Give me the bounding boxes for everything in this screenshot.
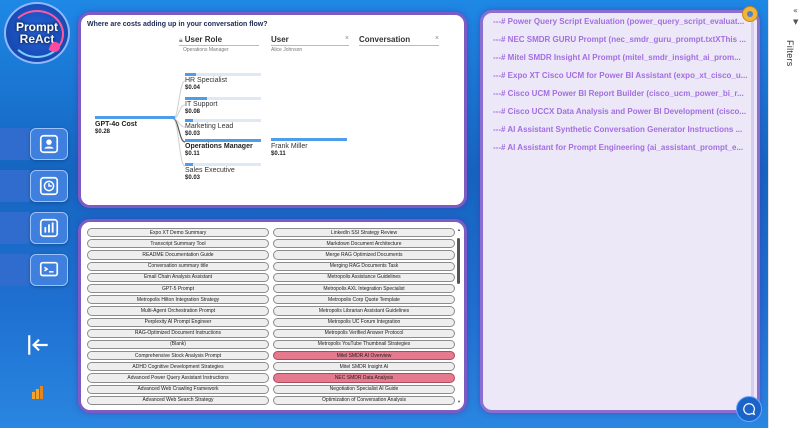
settings-badge-icon[interactable] [742, 6, 758, 22]
collapse-icon[interactable]: « [793, 6, 798, 15]
nav-strip [0, 170, 30, 202]
report-canvas: Prompt ReAct Where are costs adding up i… [0, 0, 768, 428]
prompt-files-scrollbar[interactable] [751, 17, 754, 407]
prompt-file-line[interactable]: ---# Expo XT Cisco UCM for Power BI Assi… [493, 71, 755, 80]
power-bi-icon [32, 386, 43, 399]
slicer-item[interactable]: Advanced Web Search Strategy [87, 395, 269, 405]
role-node-label[interactable]: Sales Executive [185, 167, 235, 174]
role-node-bar [185, 119, 193, 122]
nav-strip [0, 128, 30, 160]
app-logo: Prompt ReAct [4, 2, 70, 64]
prompt-nav-button[interactable] [30, 254, 68, 286]
terminal-icon [39, 261, 59, 277]
slicer-item[interactable]: Negotiation Specialist AI Guide [273, 384, 455, 394]
slicer-item[interactable]: Metropolis YouTube Thumbnail Strategies [273, 339, 455, 350]
prompt-slicer-panel: Expo XT Demo Summary LinkedIn SSI Strateg… [78, 219, 467, 413]
slicer-item[interactable]: LinkedIn SSI Strategy Review [273, 228, 455, 238]
role-node-track [185, 163, 261, 166]
nav-strip [0, 254, 30, 286]
prompt-slicer-grid: Expo XT Demo Summary LinkedIn SSI Strateg… [87, 228, 455, 405]
prompt-file-line[interactable]: ---# AI Assistant Synthetic Conversation… [493, 125, 755, 134]
role-node-value: $0.04 [185, 85, 201, 91]
slicer-item[interactable]: README Documentation Guide [87, 250, 269, 260]
root-bar [95, 116, 175, 119]
user-icon [39, 134, 59, 154]
slicer-item[interactable]: ADHD Cognitive Development Strategies [87, 362, 269, 372]
slicer-item[interactable]: Optimization of Conversation Analysis [273, 395, 455, 405]
slicer-item[interactable]: Merging RAG Documents Task [273, 261, 455, 271]
slicer-item[interactable]: Email Chain Analysis Assistant [87, 272, 269, 282]
exit-icon[interactable] [26, 332, 52, 358]
slicer-item[interactable]: Metropolis UC Forum Integration [273, 317, 455, 327]
slicer-item[interactable]: NEC SMDR Data Analysis [273, 373, 455, 383]
role-node-label[interactable]: Operations Manager [185, 143, 253, 150]
chat-button[interactable] [736, 396, 762, 422]
role-node-label[interactable]: Marketing Lead [185, 123, 233, 130]
slicer-item[interactable]: Metropolis Verified Answer Protocol [273, 328, 455, 338]
user-nav-button[interactable] [30, 128, 68, 160]
user-node-bar [271, 138, 347, 141]
bar-chart-icon [39, 218, 59, 238]
prompt-file-line[interactable]: ---# Mitel SMDR Insight AI Prompt (mitel… [493, 53, 755, 62]
role-node-value: $0.08 [185, 109, 201, 115]
filters-label[interactable]: Filters [785, 40, 795, 67]
slicer-item[interactable]: Markdown Document Architecture [273, 239, 455, 249]
slicer-item[interactable]: RAG-Optimized Document Instructions [87, 328, 269, 338]
role-node-bar [185, 97, 207, 100]
role-node-bar [185, 139, 261, 142]
scroll-up-icon[interactable]: ▲ [457, 228, 461, 232]
slicer-item[interactable]: GPT-5 Prompt [87, 283, 269, 294]
role-node-bar [185, 73, 196, 76]
slicer-item[interactable]: Multi-Agent Orchestration Prompt [87, 306, 269, 316]
prompt-files-panel: ---# Power Query Script Evaluation (powe… [480, 10, 760, 413]
prompt-file-line[interactable]: ---# Cisco UCCX Data Analysis and Power … [493, 107, 755, 116]
slicer-item[interactable]: Conversation summary title [87, 261, 269, 271]
slicer-item[interactable]: Transcript Summary Tool [87, 239, 269, 249]
filters-pane[interactable]: « ▼ Filters [768, 0, 806, 428]
user-node-value: $0.11 [271, 151, 286, 157]
user-node-label[interactable]: Frank Miller [271, 143, 308, 150]
slicer-item[interactable]: Advanced Power Query Assistant Instructi… [87, 373, 269, 383]
chat-icon [743, 403, 756, 416]
slicer-item[interactable]: Perplexity AI Prompt Engineer [87, 317, 269, 327]
prompt-file-line[interactable]: ---# Power Query Script Evaluation (powe… [493, 17, 755, 26]
nav-strip [0, 212, 30, 244]
root-value: $0.28 [95, 129, 111, 135]
slicer-item[interactable]: Comprehensive Stock Analysis Prompt [87, 351, 269, 361]
slicer-item[interactable]: Mitel SMDR AI Overview [273, 351, 455, 361]
role-node-track [185, 119, 261, 122]
role-node-track [185, 73, 261, 76]
slicer-item[interactable]: Advanced Web Crawling Framework [87, 384, 269, 394]
analytics-nav-button[interactable] [30, 212, 68, 244]
prompt-file-line[interactable]: ---# Cisco UCM Power BI Report Builder (… [493, 89, 755, 98]
slicer-item[interactable]: Metropolis Librarian Assistant Guideline… [273, 306, 455, 316]
role-node-value: $0.03 [185, 131, 201, 137]
prompt-file-line[interactable]: ---# AI Assistant for Prompt Engineering… [493, 143, 755, 152]
slicer-item[interactable]: Expo XT Demo Summary [87, 228, 269, 238]
scroll-thumb[interactable] [457, 238, 460, 284]
role-node-value: $0.03 [185, 175, 201, 181]
slicer-scrollbar[interactable]: ▲ ▼ [457, 228, 461, 404]
prompt-file-line[interactable]: ---# NEC SMDR GURU Prompt (nec_smdr_guru… [493, 35, 755, 44]
filter-icon: ▼ [793, 18, 799, 26]
slicer-item[interactable]: Metropolis Corp Quote Template [273, 295, 455, 305]
decomposition-tree-panel: Where are costs adding up in your conver… [78, 12, 467, 208]
role-node-bar [185, 163, 193, 166]
tree-connectors [172, 80, 186, 167]
role-node-value: $0.11 [185, 151, 200, 157]
slicer-item[interactable]: Mitel SMDR Insight AI [273, 362, 455, 372]
slicer-item[interactable]: Merge RAG Optimized Documents [273, 250, 455, 260]
slicer-item[interactable]: Metropolis AXL Integration Specialist [273, 283, 455, 294]
role-node-label[interactable]: IT Support [185, 101, 218, 108]
role-node-label[interactable]: HR Specialist [185, 77, 227, 84]
slicer-item[interactable]: Metropolis Hilton Integration Strategy [87, 295, 269, 305]
scroll-down-icon[interactable]: ▼ [457, 400, 461, 404]
root-label[interactable]: GPT-4o Cost [95, 121, 137, 128]
clock-icon [39, 176, 59, 196]
slicer-item[interactable]: Metropolis Assistance Guidelines [273, 272, 455, 282]
history-nav-button[interactable] [30, 170, 68, 202]
slicer-item[interactable]: (Blank) [87, 339, 269, 350]
